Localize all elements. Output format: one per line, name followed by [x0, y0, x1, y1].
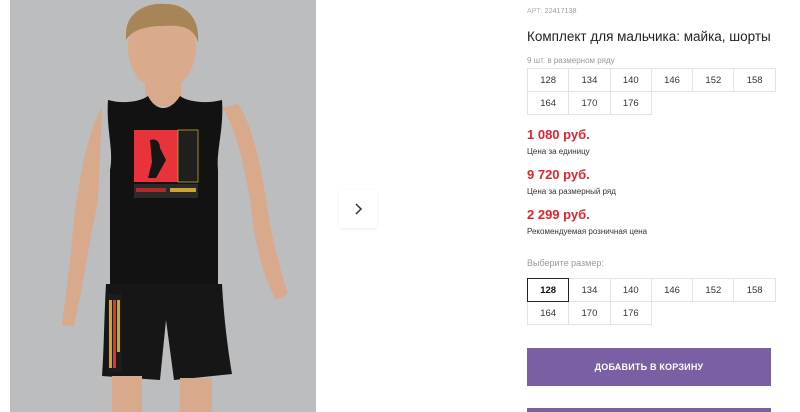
product-gallery [0, 0, 390, 412]
chevron-right-icon [355, 203, 363, 215]
pack-size-cell: 164 [527, 91, 570, 115]
gallery-next-button[interactable] [339, 190, 377, 228]
size-range-price-note: Цена за размерный ряд [527, 187, 616, 196]
sku-prefix: АРТ: [527, 8, 543, 15]
size-option[interactable]: 134 [568, 278, 611, 302]
pack-size-cell: 152 [692, 68, 735, 92]
pack-size-grid: 128 134 140 146 152 158 164 170 176 [527, 68, 776, 115]
pack-size-cell: 128 [527, 68, 570, 92]
pack-size-cell: 170 [568, 91, 611, 115]
size-option[interactable]: 176 [609, 301, 652, 325]
size-range-price: 9 720 руб. [527, 167, 590, 182]
add-to-cart-button[interactable]: ДОБАВИТЬ В КОРЗИНУ [527, 348, 771, 386]
size-option[interactable]: 158 [733, 278, 776, 302]
size-option[interactable]: 128 [527, 278, 570, 302]
retail-price: 2 299 руб. [527, 207, 590, 222]
size-option[interactable]: 170 [568, 301, 611, 325]
pack-size-cell: 176 [609, 91, 652, 115]
sku-value: 22417138 [544, 8, 577, 15]
pack-size-cell: 140 [609, 68, 652, 92]
size-option[interactable]: 140 [609, 278, 652, 302]
unit-price: 1 080 руб. [527, 127, 590, 142]
product-title: Комплект для мальчика: майка, шорты [527, 29, 771, 44]
product-photo-illustration [10, 0, 316, 412]
secondary-action-button[interactable] [527, 408, 771, 412]
product-sku: АРТ: 22417138 [527, 8, 577, 15]
unit-price-note: Цена за единицу [527, 147, 590, 156]
size-option[interactable]: 152 [692, 278, 735, 302]
choose-size-label: Выберите размер: [527, 258, 604, 268]
pack-size-cell: 146 [650, 68, 694, 92]
product-photo[interactable] [10, 0, 316, 412]
pack-size-cell: 134 [568, 68, 611, 92]
size-selector: 128 134 140 146 152 158 164 170 176 [527, 278, 776, 325]
size-option[interactable]: 164 [527, 301, 570, 325]
pack-size-cell: 158 [733, 68, 776, 92]
retail-price-note: Рекомендуемая розничная цена [527, 227, 648, 236]
size-option[interactable]: 146 [650, 278, 694, 302]
pack-size-label: 9 шт. в размерном ряду [527, 56, 615, 65]
